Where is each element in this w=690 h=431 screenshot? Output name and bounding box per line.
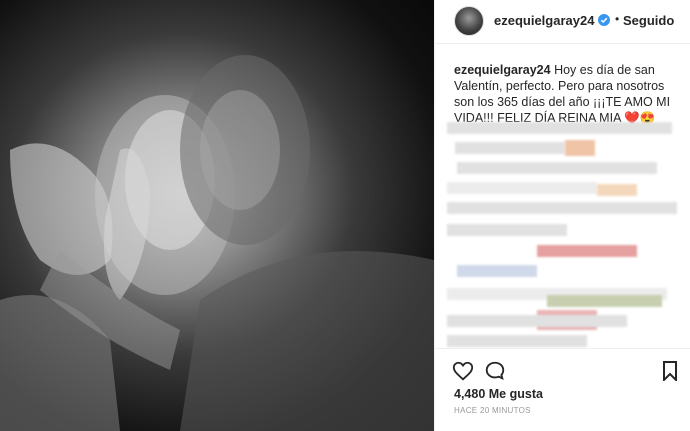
redacted-comments xyxy=(447,120,677,350)
separator-dot: • xyxy=(615,12,620,26)
caption: ezequielgaray24 Hoy es día de san Valent… xyxy=(454,62,676,126)
post-actions xyxy=(435,348,690,388)
caption-username[interactable]: ezequielgaray24 xyxy=(454,63,551,77)
heart-icon[interactable] xyxy=(452,360,474,382)
post-header: ezequielgaray24 • Seguido xyxy=(435,0,690,44)
comment-bubble-icon[interactable] xyxy=(484,360,506,382)
couple-photo-illustration xyxy=(0,55,434,431)
following-button[interactable]: Seguido xyxy=(623,13,674,28)
post-timestamp[interactable]: HACE 20 MINUTOS xyxy=(454,406,531,415)
username-link[interactable]: ezequielgaray24 xyxy=(494,13,594,28)
likes-count[interactable]: 4,480 Me gusta xyxy=(454,387,543,401)
bookmark-icon[interactable] xyxy=(662,361,678,381)
post-photo[interactable] xyxy=(0,0,434,431)
avatar[interactable] xyxy=(454,6,484,36)
post-sidebar: ezequielgaray24 • Seguido ezequielgaray2… xyxy=(434,0,690,431)
verified-badge-icon xyxy=(598,14,610,26)
